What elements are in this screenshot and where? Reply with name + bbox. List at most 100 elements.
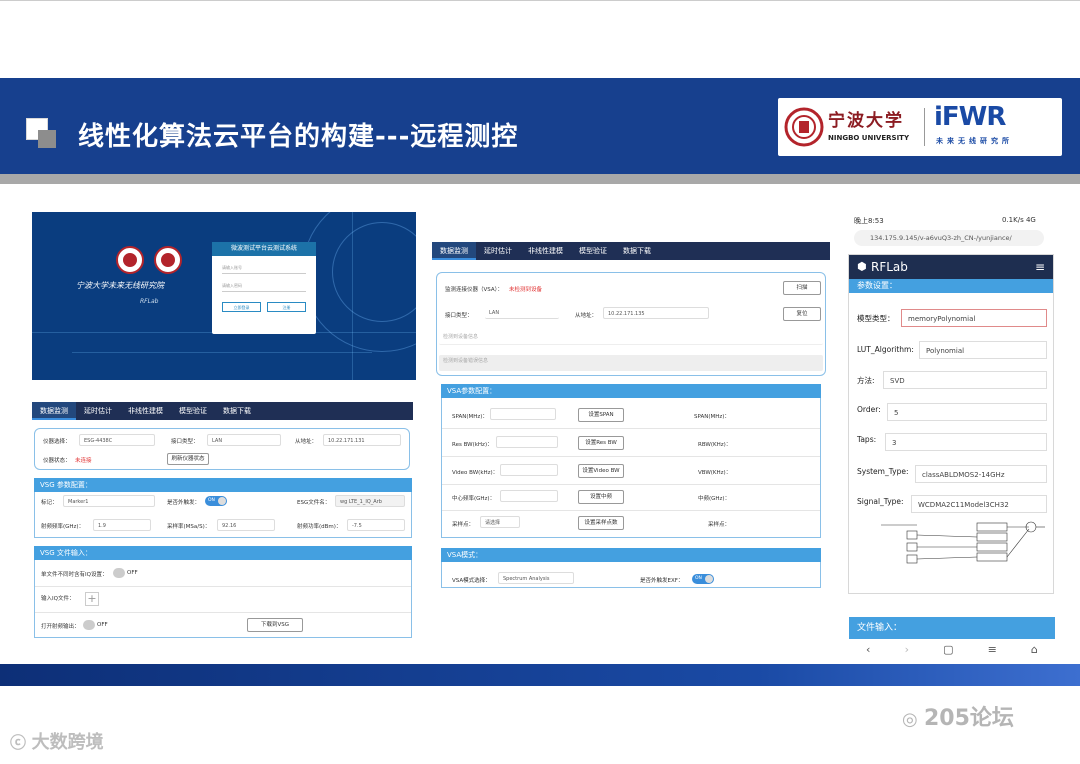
system-type-label: System_Type: — [857, 467, 909, 476]
tab-model-verify[interactable]: 模型验证 — [171, 402, 215, 420]
span-input[interactable] — [490, 408, 556, 420]
tab-nonlinear-model[interactable]: 非线性建模 — [520, 242, 571, 260]
model-type-label: 模型类型： — [857, 314, 895, 323]
rf-output-label: 打开射频输出： — [41, 624, 80, 630]
register-button[interactable]: 注册 — [267, 302, 306, 312]
login-button[interactable]: 立即登录 — [222, 302, 261, 312]
set-center-freq-button[interactable]: 设置中频 — [578, 490, 624, 504]
username-input[interactable]: 请输入账号 — [222, 262, 306, 274]
sample-rate-input[interactable]: 92.16 — [217, 519, 275, 531]
lut-algorithm-select[interactable]: Polynomial — [919, 341, 1047, 359]
method-label: 方法: — [857, 376, 875, 385]
status-value: 未连接 — [75, 458, 92, 464]
tab-data-monitor[interactable]: 数据监测 — [32, 402, 76, 420]
download-vsg-button[interactable]: 下载到VSG — [247, 618, 303, 632]
address-bar[interactable]: 134.175.9.145/v-a6vuQ3-zh_CN-/yunjiance/ — [854, 230, 1044, 246]
scan-button[interactable]: 扫描 — [783, 281, 821, 295]
single-file-toggle[interactable] — [113, 568, 125, 578]
res-bw-input[interactable] — [496, 436, 558, 448]
watermark-left-text: 大数跨境 — [31, 732, 104, 753]
slave-input[interactable]: 10.22.171.135 — [603, 307, 709, 319]
vsa-ext-trigger-toggle[interactable]: ON — [692, 574, 714, 584]
tab-data-download[interactable]: 数据下载 — [215, 402, 259, 420]
back-icon[interactable]: ‹ — [866, 643, 870, 663]
vsg-config-box: 标记： Marker1 是否外触发： ON ESG文件名： wg LTE_1_I… — [34, 492, 412, 538]
add-file-icon[interactable]: + — [85, 592, 99, 606]
set-res-bw-button[interactable]: 设置Res BW — [578, 436, 624, 450]
title-square-shadow-icon — [38, 130, 56, 148]
system-type-input[interactable]: classABLDMOS2-14GHz — [915, 465, 1047, 483]
tab-nonlinear-model[interactable]: 非线性建模 — [120, 402, 171, 420]
phone-time: 晚上8:53 — [854, 217, 884, 225]
lut-algorithm-label: LUT_Algorithm: — [857, 345, 914, 354]
home-icon[interactable]: ⌂ — [1031, 643, 1038, 663]
file-section-header[interactable]: 文件输入： — [849, 617, 1055, 639]
signal-type-input[interactable]: WCDMA2C11Model3CH32 — [911, 495, 1047, 513]
center-freq-input[interactable] — [500, 490, 558, 502]
brand-name: RFLab — [140, 298, 159, 305]
menu-lines-icon[interactable]: ≡ — [988, 643, 997, 663]
slave-label: 从地址： — [575, 313, 598, 319]
instrument-select[interactable]: ESG-4438C — [79, 434, 155, 446]
device-error-field: 检测到设备错误信息 — [439, 355, 823, 371]
port-label: 接口类型： — [445, 313, 473, 319]
video-bw-input[interactable] — [500, 464, 558, 476]
param-section-header[interactable]: 参数设置： — [849, 279, 1053, 293]
page-title: 线性化算法云平台的构建---远程测控 — [78, 122, 519, 152]
institute-name: 宁波大学未来无线研究院 — [76, 281, 164, 290]
set-video-bw-button[interactable]: 设置Video BW — [578, 464, 624, 478]
password-input[interactable]: 请输入密码 — [222, 280, 306, 292]
tab-data-monitor[interactable]: 数据监测 — [432, 242, 476, 260]
tab-delay-estimate[interactable]: 延时估计 — [476, 242, 520, 260]
center-freq-label: 中心频率(GHz)： — [452, 496, 496, 502]
sample-points-select[interactable]: 请选择 — [480, 516, 520, 528]
lab-logo: iFWR — [934, 102, 1006, 132]
set-span-button[interactable]: 设置SPAN — [578, 408, 624, 422]
decor-line — [352, 212, 353, 380]
vsg-file-header[interactable]: VSG 文件输入： — [34, 546, 412, 560]
esg-file-input[interactable]: wg LTE_1_IQ_Arb — [335, 495, 405, 507]
rf-output-toggle[interactable] — [83, 620, 95, 630]
port-type-select[interactable]: LAN — [207, 434, 281, 446]
taps-label: Taps: — [857, 435, 877, 444]
vsg-config-header[interactable]: VSG 参数配置： — [34, 478, 412, 492]
vsa-mode-header[interactable]: VSA模式： — [441, 548, 821, 562]
vsa-ext-trigger-label: 是否外触发EXF： — [640, 578, 684, 584]
vbw-readout: VBW(KHz)： — [698, 470, 732, 476]
port-select[interactable]: LAN — [485, 307, 559, 319]
slave-input[interactable]: 10.22.171.131 — [323, 434, 401, 446]
tab-model-verify[interactable]: 模型验证 — [571, 242, 615, 260]
reset-button[interactable]: 复位 — [783, 307, 821, 321]
app-title: RFLab — [871, 260, 908, 274]
vsa-mode-select[interactable]: Spectrum Analysis — [498, 572, 574, 584]
watermark-right: ◎ 205论坛 — [902, 700, 1014, 732]
status-label: 仪器状态： — [43, 458, 71, 464]
taps-input[interactable]: 3 — [885, 433, 1047, 451]
tabs-icon[interactable]: ▢ — [943, 643, 953, 663]
menu-icon[interactable]: ≡ — [1035, 255, 1045, 279]
ext-trigger-label: 是否外触发： — [167, 500, 201, 506]
forward-icon[interactable]: › — [905, 643, 909, 663]
tab-data-download[interactable]: 数据下载 — [615, 242, 659, 260]
refresh-status-button[interactable]: 刷新仪器状态 — [167, 453, 209, 465]
rf-freq-label: 射频频率(GHz)： — [41, 524, 85, 530]
tab-delay-estimate[interactable]: 延时估计 — [76, 402, 120, 420]
order-input[interactable]: 5 — [887, 403, 1047, 421]
iq-file-label: 输入IQ文件： — [41, 596, 75, 602]
row-divider — [442, 456, 820, 457]
vsa-mode-box: VSA模式选择： Spectrum Analysis 是否外触发EXF： ON — [441, 562, 821, 588]
slave-label: 从地址： — [295, 439, 318, 445]
model-type-select[interactable]: memoryPolynomial — [901, 309, 1047, 327]
sample-rate-label: 采样率(MSa/S)： — [167, 524, 211, 530]
vsa-config-header[interactable]: VSA参数配置： — [441, 384, 821, 398]
single-file-toggle-text: OFF — [127, 570, 138, 576]
ext-trigger-toggle[interactable]: ON — [205, 496, 227, 506]
rbw-readout: RBW(KHz)： — [698, 442, 732, 448]
rf-power-input[interactable]: -7.5 — [347, 519, 405, 531]
method-select[interactable]: SVD — [883, 371, 1047, 389]
set-sample-points-button[interactable]: 设置采样点数 — [578, 516, 624, 530]
rf-freq-input[interactable]: 1.9 — [93, 519, 151, 531]
marker-select[interactable]: Marker1 — [63, 495, 155, 507]
header-banner: 线性化算法云平台的构建---远程测控 宁波大学 NINGBO UNIVERSIT… — [0, 78, 1080, 174]
span-readout: SPAN(MHz)： — [694, 414, 730, 420]
